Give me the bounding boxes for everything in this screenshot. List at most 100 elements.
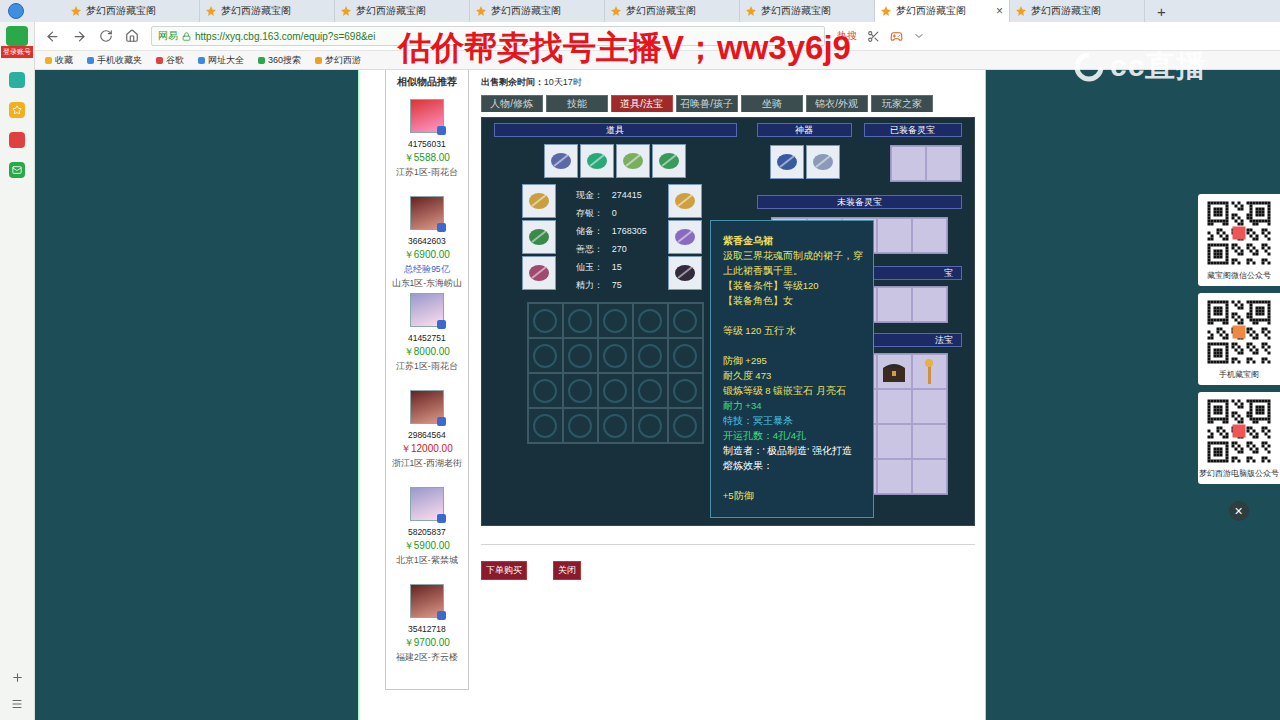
equipped-item[interactable] — [668, 220, 702, 254]
similar-item[interactable]: 41452751￥8000.00江苏1区-雨花台 — [386, 293, 468, 390]
bag-slot[interactable] — [633, 373, 668, 408]
spirit-slot[interactable] — [912, 218, 947, 253]
bag-slot[interactable] — [563, 338, 598, 373]
treasure-slot[interactable] — [912, 287, 947, 322]
artifact-item-icon — [774, 149, 800, 175]
equipped-item[interactable] — [522, 184, 556, 218]
equipped-item[interactable] — [580, 144, 614, 178]
fabao-slot[interactable] — [877, 459, 912, 494]
bag-slot[interactable] — [563, 408, 598, 443]
equipped-item[interactable] — [522, 220, 556, 254]
artifact-item[interactable] — [770, 145, 804, 179]
bag-slot[interactable] — [598, 338, 633, 373]
equipped-item[interactable] — [668, 184, 702, 218]
slot-pattern-icon — [603, 379, 627, 403]
refresh-icon[interactable] — [99, 29, 113, 43]
site-icon — [1016, 6, 1026, 16]
bag-slot[interactable] — [598, 408, 633, 443]
avatar-icon — [410, 99, 444, 133]
bookmark[interactable]: 360搜索 — [258, 54, 301, 67]
similar-item[interactable]: 58205837￥5900.00北京1区-紫禁城 — [386, 487, 468, 584]
detail-tab[interactable]: 道具/法宝 — [611, 95, 673, 112]
dropdown-icon[interactable] — [913, 30, 925, 42]
game-icon[interactable] — [890, 30, 903, 43]
equipped-item[interactable] — [668, 256, 702, 290]
bag-slot[interactable] — [668, 408, 703, 443]
bag-slot[interactable] — [668, 373, 703, 408]
browser-tab[interactable]: 梦幻西游藏宝阁 — [470, 0, 605, 22]
spirit-slot[interactable] — [926, 146, 961, 181]
close-tab-button[interactable]: × — [996, 4, 1003, 18]
bag-slot[interactable] — [668, 303, 703, 338]
bookmark[interactable]: 收藏 — [45, 54, 73, 67]
bag-slot[interactable] — [633, 338, 668, 373]
detail-tab[interactable]: 锦衣/外观 — [806, 95, 868, 112]
similar-item[interactable]: 29864564￥12000.00浙江1区-西湖老街 — [386, 390, 468, 487]
similar-item[interactable]: 36642603￥6900.00总经验95亿山东1区-东海崂山 — [386, 196, 468, 293]
bag-slot[interactable] — [528, 408, 563, 443]
forward-icon[interactable] — [72, 29, 87, 44]
browser-logo-icon[interactable] — [8, 3, 24, 19]
spirit-slot[interactable] — [877, 218, 912, 253]
bag-slot[interactable] — [633, 408, 668, 443]
fabao-slot[interactable] — [877, 424, 912, 459]
browser-tab[interactable]: 梦幻西游藏宝阁 — [335, 0, 470, 22]
scissors-icon[interactable] — [867, 30, 880, 43]
back-icon[interactable] — [45, 29, 60, 44]
browser-tab[interactable]: 梦幻西游藏宝阁 — [1010, 0, 1145, 22]
browser-brand[interactable]: 登录账号 — [1, 26, 33, 58]
detail-tab[interactable]: 玩家之家 — [871, 95, 933, 112]
compass-icon[interactable] — [9, 72, 25, 88]
bag-slot[interactable] — [668, 338, 703, 373]
bookmark[interactable]: 手机收藏夹 — [87, 54, 142, 67]
fabao-slot[interactable] — [912, 424, 947, 459]
artifact-item[interactable] — [806, 145, 840, 179]
treasure-slot[interactable] — [877, 287, 912, 322]
star-icon[interactable] — [9, 102, 25, 118]
equipped-item[interactable] — [522, 256, 556, 290]
bookmark[interactable]: 谷歌 — [156, 54, 184, 67]
fabao-slot[interactable] — [877, 389, 912, 424]
fabao-slot[interactable] — [877, 354, 912, 389]
qr-card[interactable]: 手机藏宝阁 — [1198, 293, 1280, 385]
bag-slot[interactable] — [598, 303, 633, 338]
fabao-slot[interactable] — [912, 459, 947, 494]
equipped-item[interactable] — [616, 144, 650, 178]
detail-tab[interactable]: 坐骑 — [741, 95, 803, 112]
bag-slot[interactable] — [563, 373, 598, 408]
bag-slot[interactable] — [598, 373, 633, 408]
buy-button[interactable]: 下单购买 — [481, 561, 527, 580]
add-icon[interactable] — [11, 671, 24, 684]
qr-card[interactable]: 藏宝阁微信公众号 — [1198, 194, 1280, 286]
close-side-button[interactable]: × — [1229, 501, 1249, 521]
bookmark[interactable]: 网址大全 — [198, 54, 244, 67]
home-icon[interactable] — [125, 29, 139, 43]
new-tab-button[interactable]: + — [1157, 3, 1166, 20]
browser-tab[interactable]: 梦幻西游藏宝阁× — [875, 0, 1010, 22]
browser-tab[interactable]: 梦幻西游藏宝阁 — [200, 0, 335, 22]
equipped-item[interactable] — [652, 144, 686, 178]
bag-slot[interactable] — [563, 303, 598, 338]
mail-icon[interactable] — [9, 162, 25, 178]
similar-item[interactable]: 35412718￥9700.00福建2区-齐云楼 — [386, 584, 468, 681]
browser-tab[interactable]: 梦幻西游藏宝阁 — [605, 0, 740, 22]
detail-tab[interactable]: 召唤兽/孩子 — [676, 95, 738, 112]
weibo-icon[interactable] — [9, 132, 25, 148]
bag-slot[interactable] — [528, 338, 563, 373]
equipped-item[interactable] — [544, 144, 578, 178]
detail-tab[interactable]: 技能 — [546, 95, 608, 112]
bag-slot[interactable] — [633, 303, 668, 338]
menu-icon[interactable] — [11, 698, 23, 710]
detail-tab[interactable]: 人物/修炼 — [481, 95, 543, 112]
bookmark[interactable]: 梦幻西游 — [315, 54, 361, 67]
bag-slot[interactable] — [528, 303, 563, 338]
bag-slot[interactable] — [528, 373, 563, 408]
similar-item[interactable]: 41756031￥5588.00江苏1区-雨花台 — [386, 99, 468, 196]
qr-card[interactable]: 梦幻西游电脑版公众号 — [1198, 392, 1280, 484]
browser-tab[interactable]: 梦幻西游藏宝阁 — [740, 0, 875, 22]
fabao-slot[interactable] — [912, 389, 947, 424]
close-button[interactable]: 关闭 — [553, 561, 581, 580]
spirit-slot[interactable] — [891, 146, 926, 181]
browser-tab[interactable]: 梦幻西游藏宝阁 — [65, 0, 200, 22]
fabao-slot[interactable] — [912, 354, 947, 389]
